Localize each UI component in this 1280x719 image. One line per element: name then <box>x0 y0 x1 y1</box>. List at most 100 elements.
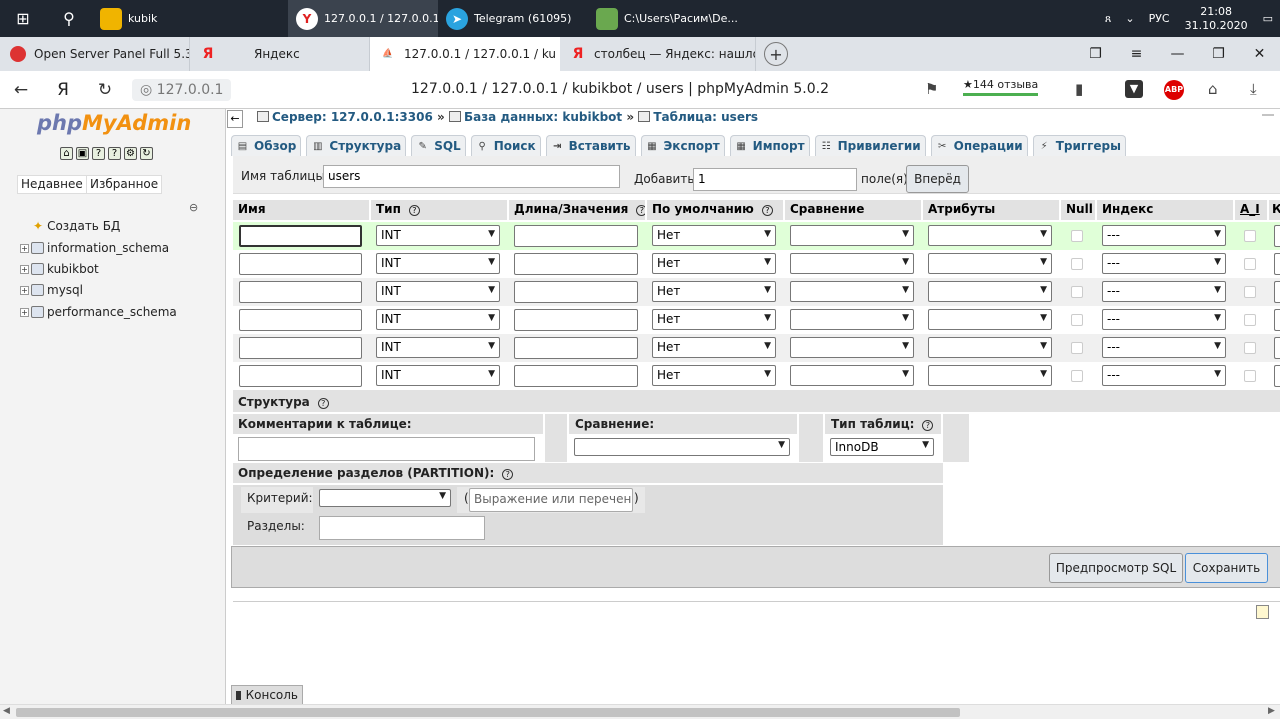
column-collation-select[interactable]: ▼ <box>790 309 914 330</box>
column-null-checkbox[interactable] <box>1071 230 1083 242</box>
column-collation-select[interactable]: ▼ <box>790 365 914 386</box>
logout-icon[interactable]: ▣ <box>76 147 89 160</box>
tab-operations[interactable]: ✂ Операции <box>930 135 1028 156</box>
column-default-select[interactable]: Нет ▼ <box>652 309 776 330</box>
column-comment-input[interactable] <box>1274 225 1280 247</box>
search-icon[interactable]: ⚲ <box>46 0 92 37</box>
browser-tab[interactable]: Я Яндекс <box>190 37 370 71</box>
column-length-input[interactable] <box>514 281 638 303</box>
column-null-checkbox[interactable] <box>1071 314 1083 326</box>
tab-search[interactable]: ⚲ Поиск <box>470 135 541 156</box>
column-collation-select[interactable]: ▼ <box>790 281 914 302</box>
phpmyadmin-logo[interactable]: phpMyAdmin <box>37 111 191 135</box>
storage-engine-select[interactable]: InnoDB ▼ <box>830 438 934 456</box>
column-name-input[interactable] <box>239 253 362 275</box>
column-default-select[interactable]: Нет ▼ <box>652 337 776 358</box>
column-collation-select[interactable]: ▼ <box>790 337 914 358</box>
column-ai-checkbox[interactable] <box>1244 230 1256 242</box>
menu-icon[interactable]: ≡ <box>1116 46 1157 62</box>
breadcrumb-database[interactable]: База данных: kubikbot <box>464 110 622 124</box>
help-icon[interactable]: ? <box>922 420 934 431</box>
column-comment-input[interactable] <box>1274 365 1280 387</box>
link-icon[interactable]: ⊖ <box>189 201 198 214</box>
column-ai-checkbox[interactable] <box>1244 314 1256 326</box>
help-icon[interactable]: ? <box>636 205 645 216</box>
nav-tab-recent[interactable]: Недавнее <box>17 175 87 194</box>
help-icon[interactable]: ? <box>317 398 329 409</box>
save-button[interactable]: Сохранить <box>1185 553 1268 583</box>
windows-start-icon[interactable]: ⊞ <box>0 0 46 37</box>
tree-db-performance-schema[interactable]: + performance_schema <box>20 305 177 319</box>
column-type-select[interactable]: INT ▼ <box>376 337 500 358</box>
column-default-select[interactable]: Нет ▼ <box>652 365 776 386</box>
partition-expression-input[interactable]: Выражение или перечень с <box>469 488 633 512</box>
column-name-input[interactable] <box>239 309 362 331</box>
tab-triggers[interactable]: ⚡ Триггеры <box>1032 135 1126 156</box>
go-button[interactable]: Вперёд <box>906 165 969 193</box>
add-fields-count-input[interactable]: 1 <box>693 168 857 191</box>
adblock-icon[interactable]: ABP <box>1164 80 1184 100</box>
bookmark-icon[interactable]: ▮ <box>1075 80 1083 98</box>
column-attributes-select[interactable]: ▼ <box>928 365 1052 386</box>
column-length-input[interactable] <box>514 253 638 275</box>
page-title[interactable]: 127.0.0.1 / 127.0.0.1 / kubikbot / users… <box>360 81 880 97</box>
url-host[interactable]: ◎ 127.0.0.1 <box>132 78 232 101</box>
help-icon[interactable]: ? <box>108 147 121 160</box>
translate-icon[interactable]: ⚑ <box>925 80 938 98</box>
help-icon[interactable]: ? <box>761 205 773 216</box>
column-index-select[interactable]: --- ▼ <box>1102 225 1226 246</box>
breadcrumb-table[interactable]: Таблица: users <box>653 110 758 124</box>
column-null-checkbox[interactable] <box>1071 258 1083 270</box>
notification-icon[interactable]: ▭ <box>1256 12 1280 25</box>
tree-db-mysql[interactable]: + mysql <box>20 283 83 297</box>
column-default-select[interactable]: Нет ▼ <box>652 253 776 274</box>
column-index-select[interactable]: --- ▼ <box>1102 365 1226 386</box>
taskbar-app-browser[interactable]: Y 127.0.0.1 / 127.0.0.1... <box>288 0 438 37</box>
column-comment-input[interactable] <box>1274 281 1280 303</box>
restore-icon[interactable]: ❐ <box>1198 46 1239 62</box>
shield-icon[interactable]: ▼ <box>1125 80 1143 98</box>
table-comment-input[interactable] <box>238 437 535 461</box>
column-ai-checkbox[interactable] <box>1244 286 1256 298</box>
console-toggle[interactable]: Консоль <box>231 685 303 704</box>
collections-icon[interactable]: ❐ <box>1075 46 1116 62</box>
tab-structure[interactable]: ▥ Структура <box>306 135 407 156</box>
column-length-input[interactable] <box>514 309 638 331</box>
expand-icon[interactable]: + <box>20 285 29 295</box>
language-indicator[interactable]: РУС <box>1142 12 1177 25</box>
column-index-select[interactable]: --- ▼ <box>1102 309 1226 330</box>
column-attributes-select[interactable]: ▼ <box>928 337 1052 358</box>
column-name-input[interactable] <box>239 225 362 247</box>
download-icon[interactable]: ⤓ <box>1250 80 1257 98</box>
nav-tab-favorites[interactable]: Избранное <box>86 175 163 194</box>
taskbar-app-telegram[interactable]: ➤ Telegram (61095) <box>438 0 588 37</box>
back-icon[interactable]: ← <box>0 80 42 100</box>
column-name-input[interactable] <box>239 281 362 303</box>
expand-icon[interactable]: + <box>20 264 29 274</box>
reload-icon[interactable]: ↻ <box>140 147 153 160</box>
partition-count-input[interactable] <box>319 516 485 540</box>
column-collation-select[interactable]: ▼ <box>790 225 914 246</box>
expand-icon[interactable]: + <box>20 307 29 317</box>
help-icon[interactable]: ? <box>408 205 420 216</box>
tab-sql[interactable]: ✎ SQL <box>411 135 466 156</box>
column-ai-checkbox[interactable] <box>1244 370 1256 382</box>
column-type-select[interactable]: INT ▼ <box>376 309 500 330</box>
collapse-nav-button[interactable]: ← <box>227 110 243 128</box>
column-comment-input[interactable] <box>1274 309 1280 331</box>
column-collation-select[interactable]: ▼ <box>790 253 914 274</box>
column-type-select[interactable]: INT ▼ <box>376 281 500 302</box>
column-attributes-select[interactable]: ▼ <box>928 281 1052 302</box>
scroll-top-icon[interactable]: ⎺ <box>1262 113 1274 128</box>
column-type-select[interactable]: INT ▼ <box>376 365 500 386</box>
minimize-icon[interactable]: — <box>1157 46 1198 62</box>
column-default-select[interactable]: Нет ▼ <box>652 225 776 246</box>
column-comment-input[interactable] <box>1274 253 1280 275</box>
column-null-checkbox[interactable] <box>1071 286 1083 298</box>
reload-icon[interactable]: ↻ <box>84 80 126 100</box>
browser-tab-active[interactable]: ⛵ 127.0.0.1 / 127.0.0.1 / ku ✕ <box>370 37 560 71</box>
column-name-input[interactable] <box>239 337 362 359</box>
tab-export[interactable]: ▦ Экспорт <box>640 135 725 156</box>
column-attributes-select[interactable]: ▼ <box>928 225 1052 246</box>
column-type-select[interactable]: INT ▼ <box>376 225 500 246</box>
